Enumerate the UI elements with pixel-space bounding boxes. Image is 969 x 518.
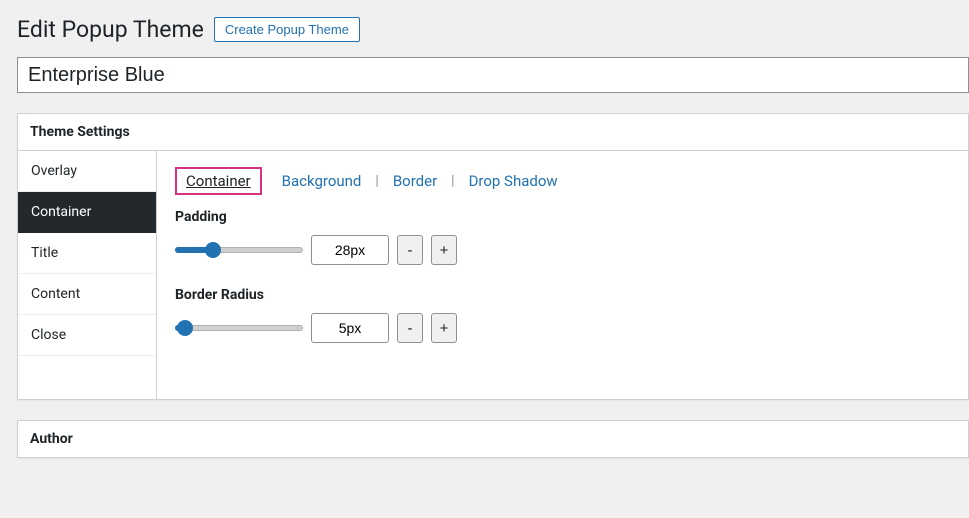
author-panel-title: Author xyxy=(30,431,956,447)
border-radius-input[interactable] xyxy=(311,313,389,343)
border-radius-row: - + xyxy=(175,313,950,343)
sub-tabs: Container Background | Border | Drop Sha… xyxy=(175,167,950,195)
slider-track xyxy=(175,325,303,331)
theme-title-input[interactable] xyxy=(17,57,969,93)
panel-header: Theme Settings xyxy=(18,114,968,151)
subtab-background[interactable]: Background xyxy=(274,168,370,194)
vtab-content[interactable]: Content xyxy=(18,274,156,315)
panel-body: Overlay Container Title Content Close Co… xyxy=(18,151,968,399)
padding-decrease-button[interactable]: - xyxy=(397,235,423,265)
page-title: Edit Popup Theme xyxy=(17,16,204,43)
theme-settings-panel: Theme Settings Overlay Container Title C… xyxy=(17,113,969,400)
padding-label: Padding xyxy=(175,209,950,225)
panel-title: Theme Settings xyxy=(30,124,956,140)
border-radius-slider[interactable] xyxy=(175,318,303,338)
content-area: Container Background | Border | Drop Sha… xyxy=(157,151,968,399)
vtab-container[interactable]: Container xyxy=(18,192,156,233)
vertical-tabs: Overlay Container Title Content Close xyxy=(18,151,157,399)
subtab-container[interactable]: Container xyxy=(175,167,262,195)
subtab-drop-shadow[interactable]: Drop Shadow xyxy=(461,168,566,194)
padding-row: - + xyxy=(175,235,950,265)
vtab-title[interactable]: Title xyxy=(18,233,156,274)
subtab-border[interactable]: Border xyxy=(385,168,445,194)
page-header: Edit Popup Theme Create Popup Theme xyxy=(17,0,969,57)
title-input-wrap xyxy=(17,57,969,93)
field-padding: Padding - + xyxy=(175,209,950,265)
field-border-radius: Border Radius - + xyxy=(175,287,950,343)
vtab-overlay[interactable]: Overlay xyxy=(18,151,156,192)
slider-thumb[interactable] xyxy=(205,242,221,258)
border-radius-decrease-button[interactable]: - xyxy=(397,313,423,343)
border-radius-label: Border Radius xyxy=(175,287,950,303)
padding-input[interactable] xyxy=(311,235,389,265)
slider-thumb[interactable] xyxy=(177,320,193,336)
vtab-close[interactable]: Close xyxy=(18,315,156,356)
border-radius-increase-button[interactable]: + xyxy=(431,313,457,343)
subtab-separator: | xyxy=(375,173,378,189)
subtab-separator: | xyxy=(451,173,454,189)
create-popup-theme-button[interactable]: Create Popup Theme xyxy=(214,17,360,42)
author-panel: Author xyxy=(17,420,969,458)
padding-increase-button[interactable]: + xyxy=(431,235,457,265)
padding-slider[interactable] xyxy=(175,240,303,260)
